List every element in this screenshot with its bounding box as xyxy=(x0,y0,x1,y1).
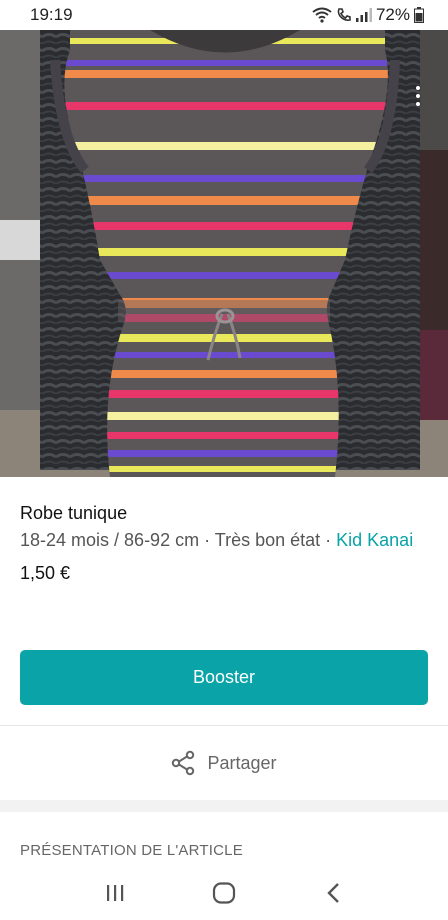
recent-apps-button[interactable] xyxy=(95,873,135,913)
battery-icon xyxy=(414,7,424,23)
status-bar: 19:19 72% xyxy=(0,0,448,30)
item-title: Robe tunique xyxy=(20,503,128,523)
share-icon xyxy=(172,750,195,776)
item-detail-screen: 19:19 72% Robe tunique 18-24 mois / 86-9… xyxy=(0,0,448,920)
share-label: Partager xyxy=(207,752,277,773)
back-button[interactable] xyxy=(313,873,353,913)
section-spacer xyxy=(0,800,448,812)
booster-button[interactable]: Booster xyxy=(20,650,428,705)
back-icon xyxy=(327,883,340,903)
item-condition: Très bon état xyxy=(214,530,321,550)
section-title: PRÉSENTATION DE L'ARTICLE xyxy=(20,842,243,859)
product-photo[interactable] xyxy=(0,30,448,477)
status-icons: 72% xyxy=(312,5,424,25)
recent-apps-icon xyxy=(106,885,123,901)
call-icon xyxy=(337,8,351,21)
home-icon xyxy=(212,882,236,904)
system-nav-bar xyxy=(0,866,448,920)
meta-separator: · xyxy=(320,530,337,550)
item-meta: 18-24 mois / 86-92 cm · Très bon état · … xyxy=(20,527,428,553)
more-options-button[interactable] xyxy=(406,78,430,114)
wifi-icon xyxy=(312,7,332,23)
item-price: 1,50 € xyxy=(20,563,71,583)
status-time: 19:19 xyxy=(30,5,73,24)
item-brand-link[interactable]: Kid Kanai xyxy=(336,530,413,550)
signal-icon xyxy=(355,8,372,22)
item-size: 18-24 mois / 86-92 cm xyxy=(20,530,200,550)
meta-separator: · xyxy=(199,530,215,550)
share-button[interactable]: Partager xyxy=(0,726,448,800)
item-info: Robe tunique 18-24 mois / 86-92 cm · Trè… xyxy=(0,477,448,585)
battery-percent: 72% xyxy=(375,5,410,24)
home-button[interactable] xyxy=(204,873,244,913)
product-image xyxy=(0,30,448,477)
